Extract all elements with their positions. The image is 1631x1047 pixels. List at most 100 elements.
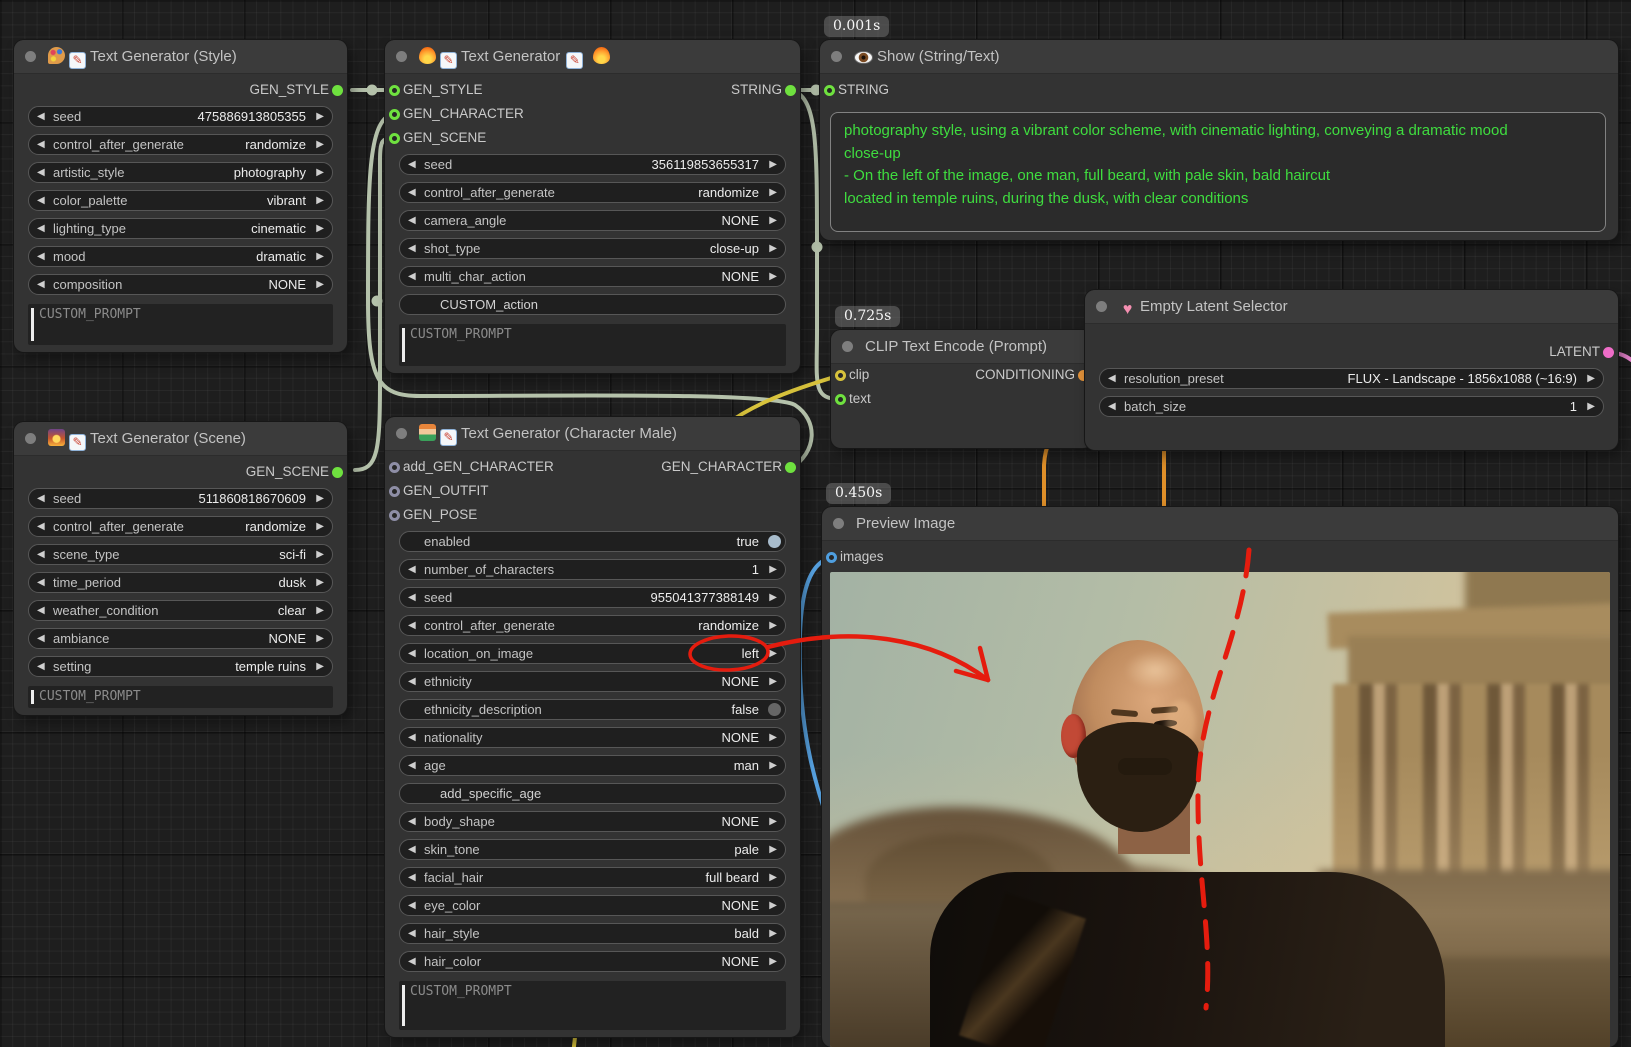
collapse-dot[interactable] [842, 341, 853, 352]
increment-arrow-icon[interactable]: ▶ [769, 728, 777, 747]
widget-skin-tone[interactable]: ◀▶skin_tonepale [399, 839, 786, 860]
decrement-arrow-icon[interactable]: ◀ [37, 629, 45, 648]
increment-arrow-icon[interactable]: ▶ [769, 155, 777, 174]
increment-arrow-icon[interactable]: ▶ [316, 107, 324, 126]
decrement-arrow-icon[interactable]: ◀ [37, 247, 45, 266]
widget-ambiance[interactable]: ◀▶ambianceNONE [28, 628, 333, 649]
widget-weather-condition[interactable]: ◀▶weather_conditionclear [28, 600, 333, 621]
widget-seed[interactable]: ◀▶seed475886913805355 [28, 106, 333, 127]
widget-scene-type[interactable]: ◀▶scene_typesci-fi [28, 544, 333, 565]
increment-arrow-icon[interactable]: ▶ [769, 560, 777, 579]
collapse-dot[interactable] [1096, 301, 1107, 312]
node-62[interactable]: Text Generator GEN_STYLEGEN_CHARACTERGEN_… [385, 40, 800, 373]
increment-arrow-icon[interactable]: ▶ [769, 812, 777, 831]
input-slot-gen_style[interactable]: GEN_STYLE [403, 79, 483, 101]
decrement-arrow-icon[interactable]: ◀ [37, 573, 45, 592]
increment-arrow-icon[interactable]: ▶ [769, 588, 777, 607]
widget-multi-char-action[interactable]: ◀▶multi_char_actionNONE [399, 266, 786, 287]
widget-hair-color[interactable]: ◀▶hair_colorNONE [399, 951, 786, 972]
output-dot[interactable] [332, 85, 343, 96]
input-dot[interactable] [389, 462, 400, 473]
node-titlebar-63[interactable]: Preview Image [822, 507, 1618, 541]
input-dot[interactable] [389, 486, 400, 497]
output-slot-string[interactable]: STRING [731, 79, 782, 101]
decrement-arrow-icon[interactable]: ◀ [1108, 397, 1116, 416]
widget-camera-angle[interactable]: ◀▶camera_angleNONE [399, 210, 786, 231]
widget-composition[interactable]: ◀▶compositionNONE [28, 274, 333, 295]
input-slot-gen_scene[interactable]: GEN_SCENE [403, 127, 486, 149]
decrement-arrow-icon[interactable]: ◀ [408, 588, 416, 607]
input-dot[interactable] [826, 552, 837, 563]
widget-nationality[interactable]: ◀▶nationalityNONE [399, 727, 786, 748]
collapse-dot[interactable] [25, 51, 36, 62]
increment-arrow-icon[interactable]: ▶ [769, 267, 777, 286]
decrement-arrow-icon[interactable]: ◀ [37, 275, 45, 294]
decrement-arrow-icon[interactable]: ◀ [1108, 369, 1116, 388]
increment-arrow-icon[interactable]: ▶ [769, 756, 777, 775]
output-dot[interactable] [785, 462, 796, 473]
widget-artistic-style[interactable]: ◀▶artistic_stylephotography [28, 162, 333, 183]
widget-time-period[interactable]: ◀▶time_perioddusk [28, 572, 333, 593]
input-slot-string[interactable]: STRING [838, 79, 889, 101]
decrement-arrow-icon[interactable]: ◀ [37, 545, 45, 564]
decrement-arrow-icon[interactable]: ◀ [408, 924, 416, 943]
widget-seed[interactable]: ◀▶seed356119853655317 [399, 154, 786, 175]
increment-arrow-icon[interactable]: ▶ [316, 629, 324, 648]
increment-arrow-icon[interactable]: ▶ [316, 247, 324, 266]
collapse-dot[interactable] [831, 51, 842, 62]
input-dot[interactable] [835, 394, 846, 405]
output-slot-conditioning[interactable]: CONDITIONING [975, 364, 1075, 386]
increment-arrow-icon[interactable]: ▶ [316, 191, 324, 210]
widget-control-after-generate[interactable]: ◀▶control_after_generaterandomize [28, 134, 333, 155]
increment-arrow-icon[interactable]: ▶ [769, 896, 777, 915]
collapse-dot[interactable] [396, 51, 407, 62]
widget-setting[interactable]: ◀▶settingtemple ruins [28, 656, 333, 677]
decrement-arrow-icon[interactable]: ◀ [37, 191, 45, 210]
node-titlebar-58[interactable]: Show (String/Text) [820, 40, 1618, 74]
show-text-box[interactable]: photography style, using a vibrant color… [830, 112, 1606, 232]
input-slot-gen_character[interactable]: GEN_CHARACTER [403, 103, 524, 125]
output-dot[interactable] [785, 85, 796, 96]
node-63[interactable]: Preview Image images [822, 507, 1618, 1047]
custom-prompt-textarea[interactable]: CUSTOM_PROMPT [28, 686, 333, 708]
increment-arrow-icon[interactable]: ▶ [316, 219, 324, 238]
decrement-arrow-icon[interactable]: ◀ [408, 239, 416, 258]
decrement-arrow-icon[interactable]: ◀ [37, 135, 45, 154]
node-59[interactable]: Text Generator (Style)GEN_STYLE◀▶seed475… [14, 40, 347, 352]
widget-ethnicity-description[interactable]: ethnicity_descriptionfalse [399, 699, 786, 720]
button-custom-action[interactable]: CUSTOM_action [399, 294, 786, 315]
increment-arrow-icon[interactable]: ▶ [316, 601, 324, 620]
input-slot-clip[interactable]: clip [849, 364, 869, 386]
node-60[interactable]: CLIP Text Encode (Prompt)cliptextCONDITI… [831, 330, 1093, 448]
widget-lighting-type[interactable]: ◀▶lighting_typecinematic [28, 218, 333, 239]
increment-arrow-icon[interactable]: ▶ [316, 163, 324, 182]
output-slot-gen_character[interactable]: GEN_CHARACTER [661, 456, 782, 478]
widget-number-of-characters[interactable]: ◀▶number_of_characters1 [399, 559, 786, 580]
widget-location-on-image[interactable]: ◀▶location_on_imageleft [399, 643, 786, 664]
output-slot-latent[interactable]: LATENT [1549, 341, 1600, 363]
decrement-arrow-icon[interactable]: ◀ [408, 672, 416, 691]
increment-arrow-icon[interactable]: ▶ [769, 616, 777, 635]
custom-prompt-textarea[interactable]: CUSTOM_PROMPT [28, 304, 333, 345]
toggle-knob[interactable] [768, 703, 781, 716]
widget-resolution-preset[interactable]: ◀▶resolution_presetFLUX - Landscape - 18… [1099, 368, 1604, 389]
node-titlebar-62[interactable]: Text Generator [385, 40, 800, 74]
decrement-arrow-icon[interactable]: ◀ [408, 155, 416, 174]
increment-arrow-icon[interactable]: ▶ [769, 211, 777, 230]
widget-body-shape[interactable]: ◀▶body_shapeNONE [399, 811, 786, 832]
decrement-arrow-icon[interactable]: ◀ [408, 756, 416, 775]
increment-arrow-icon[interactable]: ▶ [316, 517, 324, 536]
decrement-arrow-icon[interactable]: ◀ [37, 107, 45, 126]
node-titlebar-64[interactable]: Text Generator (Character Male) [385, 417, 800, 451]
collapse-dot[interactable] [396, 428, 407, 439]
increment-arrow-icon[interactable]: ▶ [769, 924, 777, 943]
input-slot-text[interactable]: text [849, 388, 871, 410]
decrement-arrow-icon[interactable]: ◀ [37, 219, 45, 238]
input-slot-gen_outfit[interactable]: GEN_OUTFIT [403, 480, 489, 502]
output-dot[interactable] [1603, 347, 1614, 358]
widget-facial-hair[interactable]: ◀▶facial_hairfull beard [399, 867, 786, 888]
increment-arrow-icon[interactable]: ▶ [1587, 369, 1595, 388]
output-dot[interactable] [332, 467, 343, 478]
increment-arrow-icon[interactable]: ▶ [1587, 397, 1595, 416]
input-slot-images[interactable]: images [840, 546, 884, 568]
